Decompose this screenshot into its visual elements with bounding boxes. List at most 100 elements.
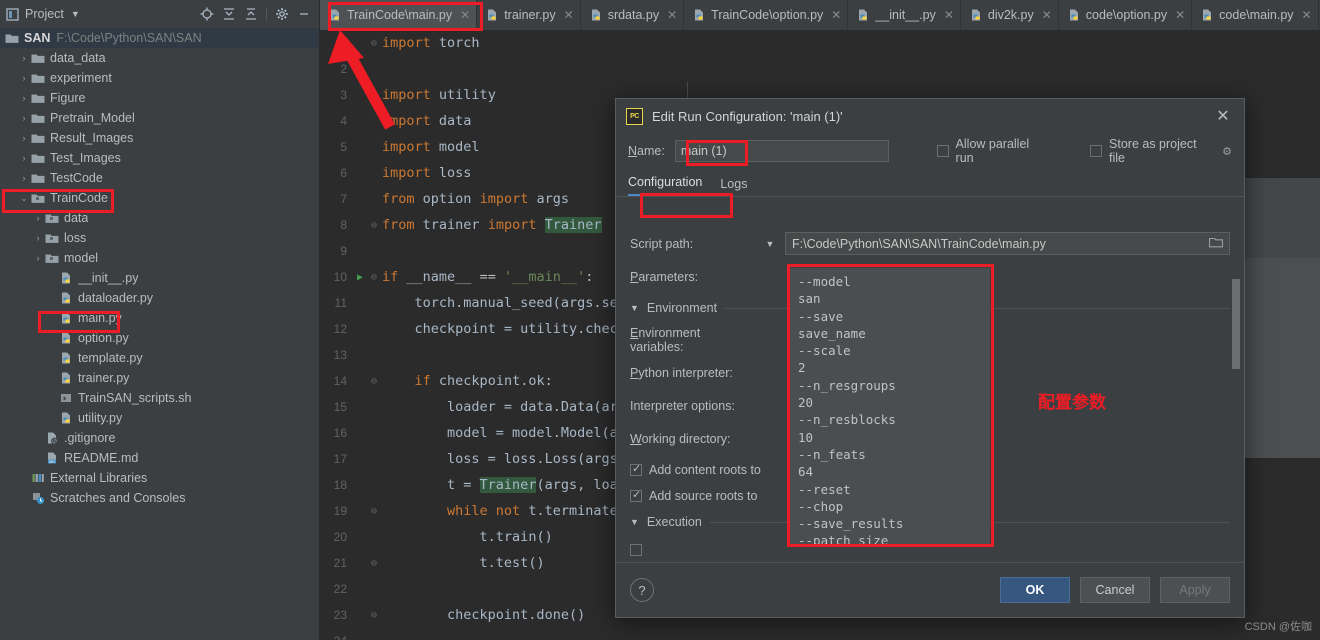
editor-tab-code-main-py[interactable]: code\main.py ✕ bbox=[1192, 0, 1319, 30]
editor-tab-div2k-py[interactable]: div2k.py ✕ bbox=[961, 0, 1059, 30]
chevron-right-icon[interactable]: › bbox=[18, 173, 30, 183]
tree-item-readme-md[interactable]: MD README.md bbox=[0, 448, 319, 468]
chevron-down-icon[interactable]: ⌄ bbox=[18, 193, 30, 204]
code-text: t = Trainer(args, loa bbox=[447, 477, 618, 493]
close-icon[interactable]: ✕ bbox=[831, 8, 841, 22]
tab-configuration[interactable]: Configuration bbox=[628, 175, 703, 196]
fold-toggle-icon[interactable]: ⊖ bbox=[366, 376, 382, 387]
chevron-right-icon[interactable]: › bbox=[32, 233, 44, 243]
tree-item-re-ult_image-[interactable]: › Result_Images bbox=[0, 128, 319, 148]
dialog-scrollbar[interactable] bbox=[1232, 279, 1240, 369]
tree-item-figure[interactable]: › Figure bbox=[0, 88, 319, 108]
folder-browse-icon[interactable] bbox=[1208, 237, 1224, 251]
minimize-icon[interactable] bbox=[293, 3, 315, 25]
tree-item-utility-py[interactable]: utility.py bbox=[0, 408, 319, 428]
tree-item-te-tcode[interactable]: › TestCode bbox=[0, 168, 319, 188]
add-content-roots-checkbox[interactable]: Add content roots to bbox=[630, 462, 761, 477]
close-icon[interactable]: ✕ bbox=[460, 8, 470, 22]
tree-item-scratche- and con-ole-[interactable]: Scratches and Consoles bbox=[0, 488, 319, 508]
cancel-button[interactable]: Cancel bbox=[1080, 577, 1150, 603]
close-icon[interactable]: ✕ bbox=[1175, 8, 1185, 22]
chevron-down-icon[interactable]: ▼ bbox=[71, 9, 80, 19]
tree-item-model[interactable]: › model bbox=[0, 248, 319, 268]
chevron-right-icon[interactable]: › bbox=[18, 113, 30, 123]
fold-toggle-icon[interactable]: ⊖ bbox=[366, 506, 382, 517]
close-icon[interactable]: ✕ bbox=[1042, 8, 1052, 22]
close-icon[interactable]: ✕ bbox=[564, 8, 574, 22]
tree-item--gitignore[interactable]: .gitignore bbox=[0, 428, 319, 448]
editor-tab-code-option-py[interactable]: code\option.py ✕ bbox=[1059, 0, 1193, 30]
editor-tab-traincode-option-py[interactable]: TrainCode\option.py ✕ bbox=[684, 0, 849, 30]
emulate-terminal-checkbox[interactable] bbox=[630, 544, 642, 556]
script-path-input[interactable]: F:\Code\Python\SAN\SAN\TrainCode\main.py bbox=[785, 232, 1230, 255]
editor-tab--rdata-py[interactable]: srdata.py ✕ bbox=[581, 0, 685, 30]
fold-toggle-icon[interactable]: ⊖ bbox=[366, 272, 382, 283]
fold-toggle-icon[interactable]: ⊖ bbox=[366, 38, 382, 49]
tree-item-main-py[interactable]: main.py bbox=[0, 308, 319, 328]
gear-icon[interactable] bbox=[271, 3, 293, 25]
tree-root-item[interactable]: SAN F:\Code\Python\SAN\SAN bbox=[0, 28, 319, 48]
apply-button[interactable]: Apply bbox=[1160, 577, 1230, 603]
line-number: 6 bbox=[340, 166, 347, 180]
tree-item-trainsan_-cript---h[interactable]: TrainSAN_scripts.sh bbox=[0, 388, 319, 408]
editor-tab-traincode-main-py[interactable]: TrainCode\main.py ✕ bbox=[320, 0, 478, 30]
store-as-project-file-checkbox[interactable]: Store as project file ⚙ bbox=[1090, 137, 1232, 165]
name-input[interactable]: main (1) bbox=[674, 140, 889, 162]
chevron-down-icon[interactable]: ▼ bbox=[755, 239, 785, 249]
line-number: 24 bbox=[320, 634, 354, 640]
gear-icon[interactable]: ⚙ bbox=[1222, 145, 1232, 158]
tree-item-option-py[interactable]: option.py bbox=[0, 328, 319, 348]
tree-item-trainer-py[interactable]: trainer.py bbox=[0, 368, 319, 388]
dialog-tabs[interactable]: Configuration Logs bbox=[616, 169, 1244, 197]
help-button[interactable]: ? bbox=[630, 578, 654, 602]
tree-item-experiment[interactable]: › experiment bbox=[0, 68, 319, 88]
tree-item-pretrain_model[interactable]: › Pretrain_Model bbox=[0, 108, 319, 128]
chevron-right-icon[interactable]: › bbox=[18, 53, 30, 63]
fold-toggle-icon[interactable]: ⊖ bbox=[366, 558, 382, 569]
tab-logs[interactable]: Logs bbox=[720, 177, 747, 196]
tree-item-data_data[interactable]: › data_data bbox=[0, 48, 319, 68]
close-icon[interactable]: ✕ bbox=[667, 8, 677, 22]
fold-toggle-icon[interactable]: ⊖ bbox=[366, 220, 382, 231]
ok-button[interactable]: OK bbox=[1000, 577, 1070, 603]
editor-tab-__init__-py[interactable]: __init__.py ✕ bbox=[848, 0, 961, 30]
chevron-right-icon[interactable]: › bbox=[18, 93, 30, 103]
allow-parallel-run-checkbox[interactable]: Allow parallel run bbox=[936, 137, 1050, 165]
line-number: 11 bbox=[334, 296, 347, 310]
tree-item-label: trainer.py bbox=[78, 371, 130, 385]
chevron-right-icon[interactable]: › bbox=[18, 153, 30, 163]
annotation-note-config-params: 配置参数 bbox=[1038, 393, 1106, 413]
add-source-roots-checkbox[interactable]: Add source roots to bbox=[630, 488, 757, 503]
project-file-tree[interactable]: SAN F:\Code\Python\SAN\SAN › data_data › ex… bbox=[0, 28, 319, 640]
locate-icon[interactable] bbox=[196, 3, 218, 25]
collapse-all-icon[interactable] bbox=[240, 3, 262, 25]
chevron-down-icon[interactable]: ▼ bbox=[630, 303, 639, 313]
chevron-down-icon[interactable]: ▼ bbox=[630, 517, 639, 527]
tree-item-template-py[interactable]: template.py bbox=[0, 348, 319, 368]
tree-item-te-t_image-[interactable]: › Test_Images bbox=[0, 148, 319, 168]
close-icon[interactable]: ✕ bbox=[944, 8, 954, 22]
background-panel-lower bbox=[1245, 258, 1320, 458]
editor-tab-label: __init__.py bbox=[875, 8, 936, 22]
close-icon[interactable]: ✕ bbox=[1302, 8, 1312, 22]
editor-tabbar[interactable]: TrainCode\main.py ✕ trainer.py ✕ srdata.py ✕ T… bbox=[320, 0, 1320, 30]
chevron-right-icon[interactable]: › bbox=[18, 133, 30, 143]
run-gutter-icon[interactable]: ▶ bbox=[354, 272, 366, 283]
fold-toggle-icon[interactable]: ⊖ bbox=[366, 610, 382, 621]
editor-tab-trainer-py[interactable]: trainer.py ✕ bbox=[477, 0, 581, 30]
chevron-right-icon[interactable]: › bbox=[32, 253, 44, 263]
close-icon[interactable]: ✕ bbox=[1212, 106, 1234, 126]
code-text: t.test() bbox=[479, 555, 545, 571]
tree-item-traincode[interactable]: ⌄ TrainCode bbox=[0, 188, 319, 208]
parameters-input[interactable]: --model san --save save_name --scale 2 -… bbox=[790, 268, 990, 546]
tree-item-__init__-py[interactable]: __init__.py bbox=[0, 268, 319, 288]
chevron-right-icon[interactable]: › bbox=[32, 213, 44, 223]
tree-item-data[interactable]: › data bbox=[0, 208, 319, 228]
chevron-right-icon[interactable]: › bbox=[18, 73, 30, 83]
tree-item-external librarie-[interactable]: External Libraries bbox=[0, 468, 319, 488]
line-number: 7 bbox=[340, 192, 347, 206]
tree-item-lo--[interactable]: › loss bbox=[0, 228, 319, 248]
expand-all-icon[interactable] bbox=[218, 3, 240, 25]
tree-item-dataloader-py[interactable]: dataloader.py bbox=[0, 288, 319, 308]
python-file-icon bbox=[58, 370, 74, 386]
